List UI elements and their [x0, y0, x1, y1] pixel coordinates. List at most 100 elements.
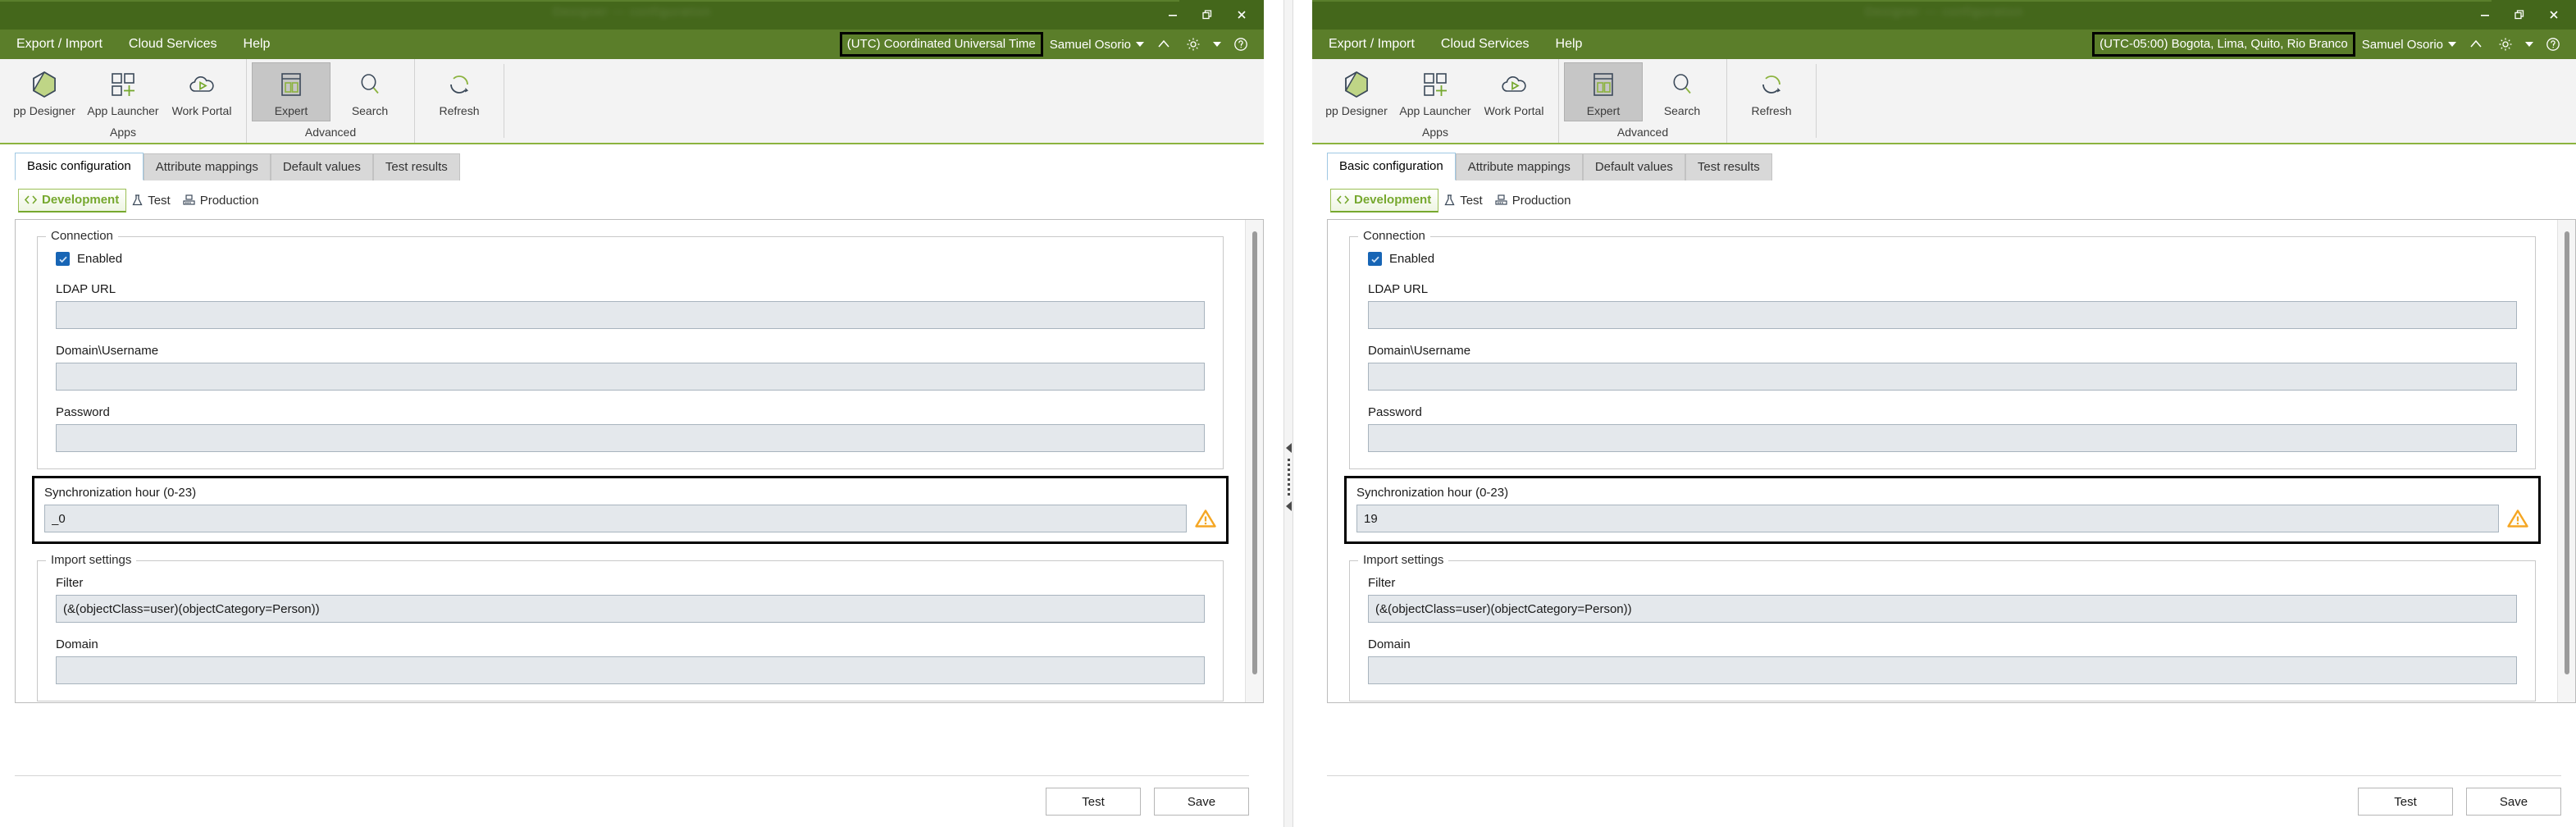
save-button[interactable]: Save — [2466, 788, 2561, 816]
ribbon-button-refresh[interactable]: Refresh — [1732, 62, 1811, 121]
ribbon-button-label: App Launcher — [1399, 104, 1471, 117]
settings-caret-down-icon[interactable] — [2525, 42, 2533, 47]
ribbon-button-app-designer[interactable]: pp Designer — [1317, 62, 1396, 121]
ribbon-button-expert[interactable]: Expert — [1564, 62, 1643, 121]
envtab-development[interactable]: Development — [1330, 189, 1439, 212]
import-domain-label: Domain — [56, 637, 98, 651]
ldap-url-input[interactable] — [1368, 301, 2517, 329]
filter-input[interactable] — [1368, 595, 2517, 623]
splitter-collapse-handle[interactable] — [1283, 443, 1293, 511]
panel-splitter[interactable] — [1264, 0, 1312, 827]
import-domain-input[interactable] — [56, 656, 1205, 684]
tab-default-values[interactable]: Default values — [1582, 153, 1685, 180]
chevron-up-icon[interactable] — [2461, 30, 2491, 59]
ribbon-group-advanced: Expert Search Advanced — [246, 59, 414, 143]
ribbon-button-refresh[interactable]: Refresh — [420, 62, 499, 121]
enabled-checkbox-row[interactable]: Enabled — [1368, 252, 2517, 266]
enabled-label: Enabled — [77, 252, 123, 266]
ribbon-button-search[interactable]: Search — [331, 62, 409, 121]
test-button[interactable]: Test — [2358, 788, 2453, 816]
ribbon-toolbar: pp Designer App Launcher Work Portal App… — [0, 59, 1264, 144]
help-icon[interactable] — [2538, 30, 2568, 59]
minimize-icon[interactable] — [2468, 2, 2502, 28]
envtab-label: Production — [199, 193, 259, 208]
menu-export-import[interactable]: Export / Import — [16, 37, 103, 52]
synchronization-hour-input[interactable] — [44, 505, 1187, 532]
domain-username-input[interactable] — [1368, 363, 2517, 391]
ribbon-button-label: pp Designer — [13, 104, 75, 117]
warning-triangle-icon[interactable] — [2507, 509, 2528, 528]
cloud-play-icon — [1498, 68, 1530, 101]
envtab-label: Production — [1511, 193, 1571, 208]
content-vertical-scrollbar[interactable] — [1245, 220, 1263, 702]
restore-icon[interactable] — [2502, 2, 2537, 28]
ribbon-button-app-launcher[interactable]: App Launcher — [84, 62, 162, 121]
settings-caret-down-icon[interactable] — [1213, 42, 1221, 47]
ribbon-button-app-designer[interactable]: pp Designer — [5, 62, 84, 121]
password-input[interactable] — [56, 424, 1205, 452]
minimize-icon[interactable] — [1156, 2, 1190, 28]
gear-icon[interactable] — [2491, 30, 2520, 59]
test-button[interactable]: Test — [1046, 788, 1141, 816]
caret-down-icon[interactable] — [1136, 42, 1144, 47]
envtab-development[interactable]: Development — [18, 189, 127, 212]
envtab-production[interactable]: Production — [1489, 190, 1578, 212]
gear-icon[interactable] — [1179, 30, 1208, 59]
configuration-scroll-area: Connection Enabled LDAP URL Domain\Usern… — [16, 220, 1245, 702]
checkbox-checked-icon[interactable] — [1368, 252, 1382, 266]
menu-help[interactable]: Help — [244, 37, 271, 52]
import-domain-input[interactable] — [1368, 656, 2517, 684]
warning-triangle-icon[interactable] — [1195, 509, 1216, 528]
tab-test-results[interactable]: Test results — [1685, 153, 1772, 180]
ribbon-button-app-launcher[interactable]: App Launcher — [1396, 62, 1475, 121]
menubar: Export / Import Cloud Services Help (UTC… — [1312, 30, 2576, 59]
user-name-label[interactable]: Samuel Osorio — [1050, 38, 1131, 52]
enabled-checkbox-row[interactable]: Enabled — [56, 252, 1205, 266]
envtab-test[interactable]: Test — [126, 190, 177, 212]
synchronization-hour-input[interactable] — [1356, 505, 2499, 532]
password-input[interactable] — [1368, 424, 2517, 452]
ribbon-button-label: Refresh — [1751, 104, 1792, 117]
tab-test-results[interactable]: Test results — [372, 153, 460, 180]
tab-basic-configuration[interactable]: Basic configuration — [1327, 153, 1456, 180]
ribbon-button-work-portal[interactable]: Work Portal — [1475, 62, 1553, 121]
caret-down-icon[interactable] — [2448, 42, 2456, 47]
help-icon[interactable] — [1226, 30, 1256, 59]
restore-icon[interactable] — [1190, 2, 1224, 28]
content-vertical-scrollbar[interactable] — [2557, 220, 2575, 702]
splitter-bar[interactable] — [1283, 0, 1293, 827]
envtab-test[interactable]: Test — [1438, 190, 1489, 212]
filter-input[interactable] — [56, 595, 1205, 623]
domain-username-input[interactable] — [56, 363, 1205, 391]
synchronization-hour-row — [1356, 505, 2528, 532]
envtab-production[interactable]: Production — [177, 190, 266, 212]
ldap-url-input[interactable] — [56, 301, 1205, 329]
close-icon[interactable] — [1224, 2, 1259, 28]
collapse-left-arrow-icon-2[interactable] — [1285, 501, 1292, 511]
user-name-label[interactable]: Samuel Osorio — [2362, 38, 2443, 52]
scrollbar-thumb[interactable] — [2565, 231, 2569, 674]
close-icon[interactable] — [2537, 2, 2571, 28]
menu-cloud-services[interactable]: Cloud Services — [129, 37, 217, 52]
ribbon-button-expert[interactable]: Expert — [252, 62, 331, 121]
tab-basic-configuration[interactable]: Basic configuration — [15, 153, 144, 180]
menu-help[interactable]: Help — [1556, 37, 1583, 52]
tabstrip: Basic configuration Attribute mappings D… — [0, 144, 1264, 180]
tab-attribute-mappings[interactable]: Attribute mappings — [1455, 153, 1583, 180]
save-button[interactable]: Save — [1154, 788, 1249, 816]
tab-default-values[interactable]: Default values — [270, 153, 373, 180]
ribbon-button-work-portal[interactable]: Work Portal — [162, 62, 241, 121]
ribbon-group-apps: pp Designer App Launcher Work Portal App… — [0, 59, 246, 143]
ldap-url-label: LDAP URL — [56, 282, 116, 296]
ldap-url-label: LDAP URL — [1368, 282, 1429, 296]
tab-attribute-mappings[interactable]: Attribute mappings — [143, 153, 271, 180]
collapse-left-arrow-icon[interactable] — [1285, 443, 1292, 453]
checkbox-checked-icon[interactable] — [56, 252, 70, 266]
enabled-label: Enabled — [1389, 252, 1435, 266]
ribbon-button-search[interactable]: Search — [1643, 62, 1721, 121]
scrollbar-thumb[interactable] — [1252, 231, 1257, 674]
ribbon-group-label-empty — [1727, 139, 1816, 143]
chevron-up-icon[interactable] — [1149, 30, 1179, 59]
menu-export-import[interactable]: Export / Import — [1329, 37, 1415, 52]
menu-cloud-services[interactable]: Cloud Services — [1441, 37, 1530, 52]
